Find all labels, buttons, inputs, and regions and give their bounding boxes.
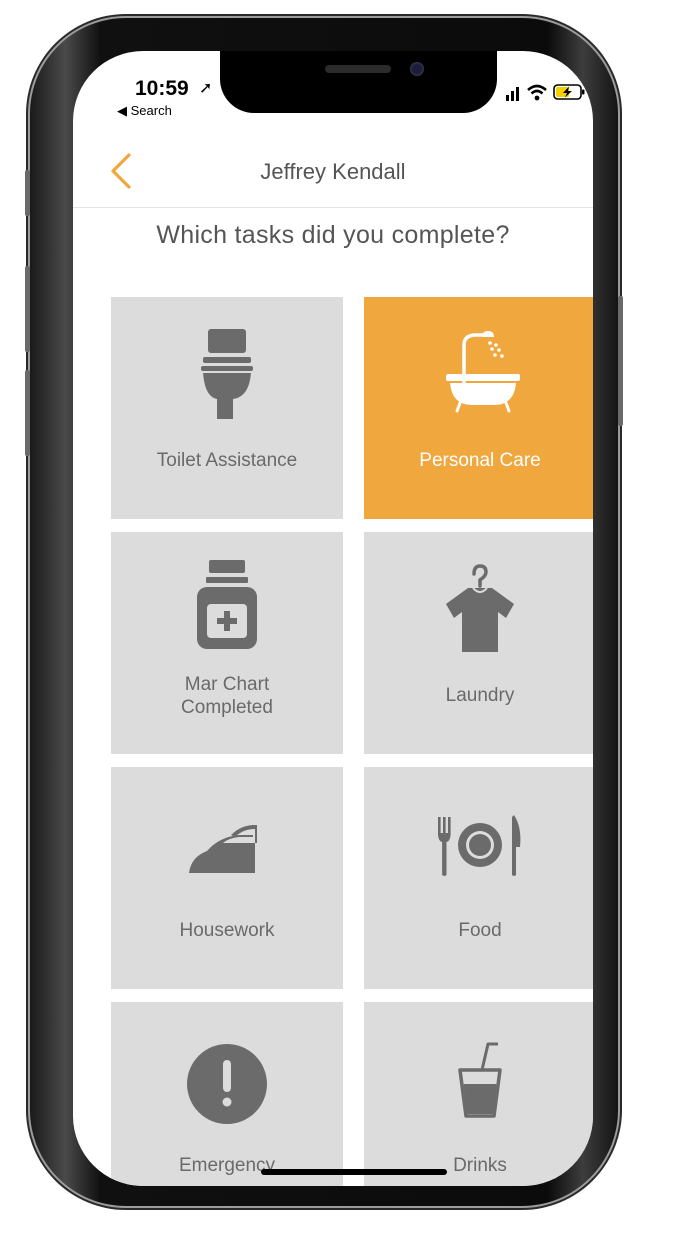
task-tile-housework[interactable]: Housework	[111, 767, 343, 989]
home-indicator[interactable]	[261, 1169, 447, 1175]
notch	[220, 51, 497, 113]
volume-down-button	[25, 370, 30, 456]
page-title: Jeffrey Kendall	[260, 159, 406, 184]
task-tile-toilet-assistance[interactable]: Toilet Assistance	[111, 297, 343, 519]
task-label: Food	[458, 920, 502, 941]
status-indicators	[506, 84, 585, 101]
task-tile-laundry[interactable]: Laundry	[364, 532, 593, 754]
plate-cutlery-icon	[438, 815, 521, 876]
task-label: Personal Care	[419, 450, 541, 471]
bathtub-shower-icon	[446, 331, 520, 413]
task-tile-food[interactable]: Food	[364, 767, 593, 989]
iron-icon	[189, 825, 257, 873]
drink-glass-icon	[458, 1042, 502, 1118]
power-button	[618, 296, 623, 426]
signal-icon	[506, 87, 519, 101]
medicine-jar-icon	[197, 560, 257, 649]
earpiece	[325, 65, 391, 73]
task-label: Toilet Assistance	[156, 450, 298, 471]
app-screen: 10:59 ➚ ◀ Search Jeffrey Kendall Which t…	[73, 51, 593, 1186]
location-arrow-icon: ➚	[199, 80, 213, 97]
navigation-bar: Jeffrey Kendall	[73, 139, 593, 208]
phone-frame: 10:59 ➚ ◀ Search Jeffrey Kendall Which t…	[25, 18, 623, 1206]
task-tile-mar-chart-completed[interactable]: Mar Chart Completed	[111, 532, 343, 754]
task-label-line: Mar Chart Completed	[181, 674, 273, 718]
front-camera	[410, 62, 424, 76]
task-label: Mar Chart Completed	[111, 673, 343, 719]
task-tile-emergency[interactable]: Emergency	[111, 1002, 343, 1186]
back-to-app-link[interactable]: ◀ Search	[117, 103, 172, 119]
task-label: Laundry	[445, 685, 515, 706]
mute-switch	[25, 170, 30, 216]
wifi-icon	[527, 84, 547, 101]
task-tile-drinks[interactable]: Drinks	[364, 1002, 593, 1186]
task-question: Which tasks did you complete?	[156, 221, 510, 249]
task-tile-personal-care[interactable]: Personal Care	[364, 297, 593, 519]
task-label: Housework	[179, 920, 275, 941]
shirt-hanger-icon	[446, 564, 514, 652]
battery-charging-icon	[553, 84, 585, 100]
exclamation-icon	[187, 1044, 267, 1124]
status-time: 10:59	[135, 77, 189, 100]
toilet-icon	[201, 329, 253, 419]
volume-up-button	[25, 266, 30, 352]
